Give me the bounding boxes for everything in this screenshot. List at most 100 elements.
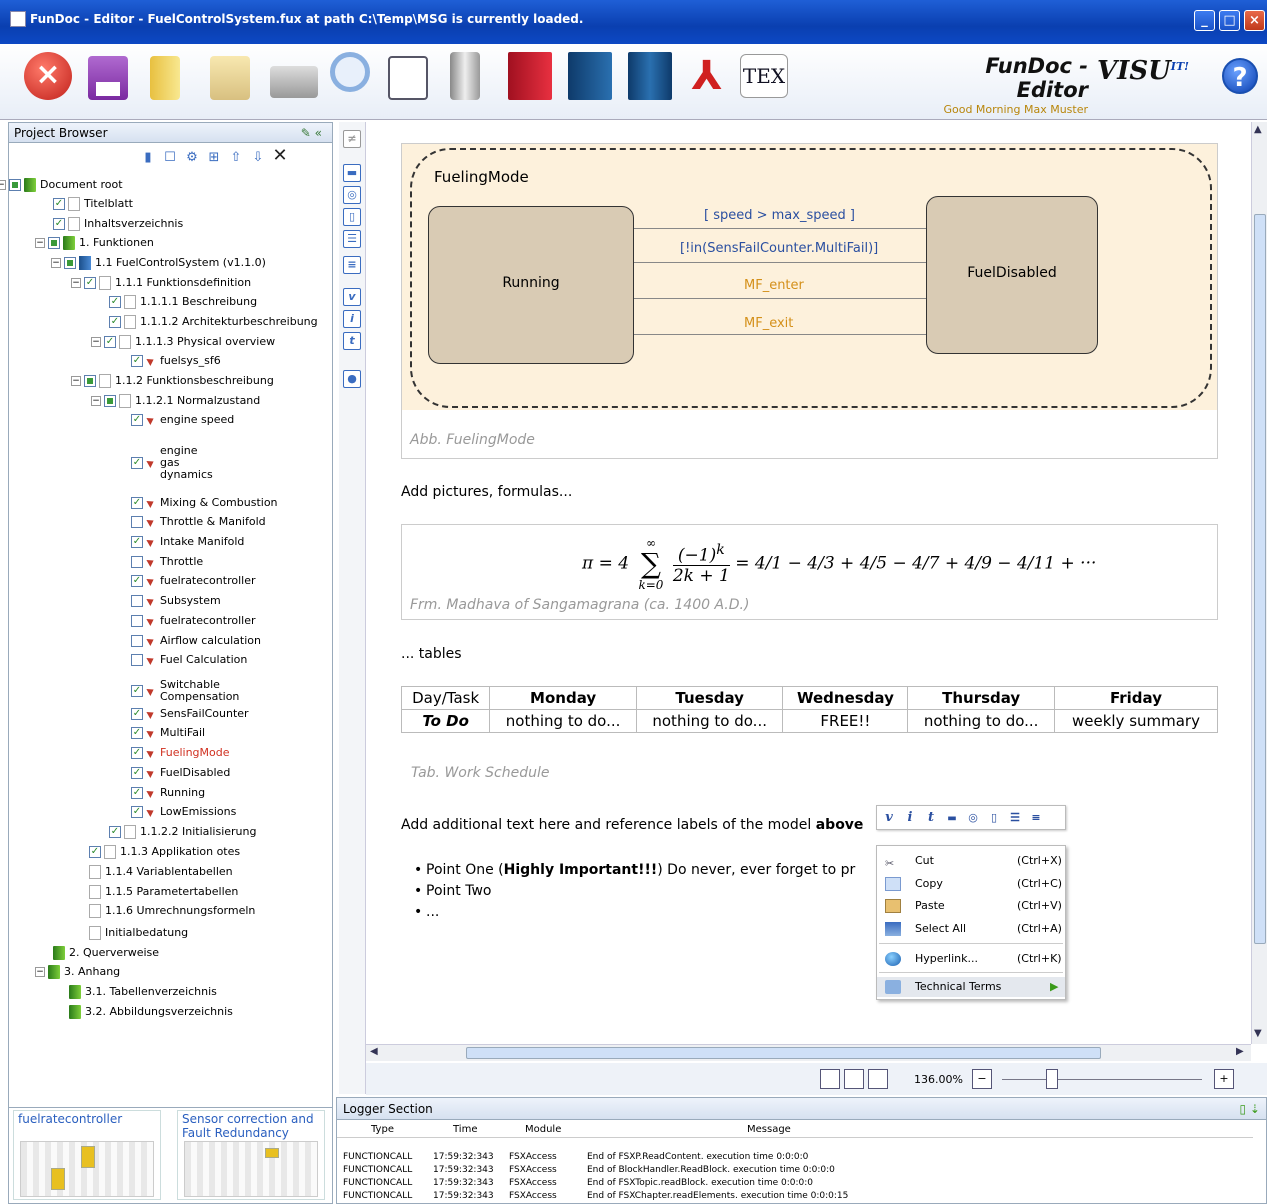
tree-node[interactable]: ✓ Running <box>131 784 205 802</box>
collapse-icon[interactable]: − <box>91 396 101 406</box>
search-icon[interactable] <box>330 52 370 92</box>
image-icon[interactable]: ▬ <box>343 164 361 182</box>
zoom-in-icon[interactable]: + <box>1214 1069 1234 1089</box>
thumbnail-fuelratecontroller[interactable]: fuelratecontroller <box>13 1110 161 1200</box>
tree-node[interactable]: − ✓ 1.1.1 Funktionsdefinition <box>71 274 251 292</box>
tree-checkbox[interactable]: ✓ <box>131 708 143 720</box>
tree-icon[interactable]: ⊞ <box>205 150 223 166</box>
tree-checkbox[interactable]: ✓ <box>109 826 121 838</box>
collapse-icon[interactable]: − <box>0 180 6 190</box>
vertical-scrollbar[interactable]: ▲ ▼ <box>1251 122 1267 1044</box>
tree-checkbox[interactable] <box>131 595 143 607</box>
collapse-icon[interactable]: − <box>71 278 81 288</box>
copy-icon[interactable] <box>210 56 250 100</box>
close-icon[interactable]: × <box>24 52 72 100</box>
tree-node[interactable]: 2. Querverweise <box>53 944 159 962</box>
menu-item-copy[interactable]: Copy (Ctrl+C) <box>877 874 1065 894</box>
page-icon[interactable]: ▯ <box>343 208 361 226</box>
page-icon[interactable]: ▯ <box>986 811 1002 827</box>
collapse-icon[interactable]: − <box>51 258 61 268</box>
delete-icon[interactable]: ✕ <box>271 145 289 166</box>
tree-checkbox[interactable]: ✓ <box>131 497 143 509</box>
document-editor[interactable]: FuelingMode Running FuelDisabled [ speed… <box>366 122 1251 1044</box>
tree-node[interactable]: Fuel Calculation <box>131 651 247 669</box>
tree-node[interactable]: 1.1.4 Variablentabellen <box>89 863 233 881</box>
tree-checkbox[interactable] <box>9 179 21 191</box>
text-block-icon[interactable]: ≡ <box>343 256 361 274</box>
tree-node[interactable]: ✓ engine speed <box>131 411 234 429</box>
help-icon[interactable]: ? <box>1222 58 1258 94</box>
work-schedule-table[interactable]: Day/Task Monday Tuesday Wednesday Thursd… <box>400 686 1219 733</box>
tree-checkbox[interactable] <box>131 556 143 568</box>
paragraph-add-pictures[interactable]: Add pictures, formulas... <box>401 484 572 500</box>
bullet-list[interactable]: Point One (Highly Important!!!) Do never… <box>414 860 855 923</box>
tree-checkbox[interactable]: ✓ <box>131 536 143 548</box>
tree-checkbox[interactable]: ✓ <box>89 846 101 858</box>
tree-node[interactable]: − Document root <box>0 176 123 194</box>
tree-node[interactable]: − 1.1 FuelControlSystem (v1.1.0) <box>51 254 266 272</box>
tree-checkbox[interactable] <box>64 257 76 269</box>
tree-checkbox[interactable]: ✓ <box>109 296 121 308</box>
tree-checkbox[interactable] <box>131 654 143 666</box>
book-icon[interactable]: ▮ <box>139 150 157 166</box>
tree-node[interactable]: ✓ fuelsys_sf6 <box>131 352 221 370</box>
tree-node[interactable]: Subsystem <box>131 592 221 610</box>
tree-node[interactable]: 1.1.6 Umrechnungsformeln <box>89 902 255 920</box>
zoom-out-icon[interactable]: − <box>972 1069 992 1089</box>
tree-node[interactable]: ✓ 1.1.1.1 Beschreibung <box>109 293 257 311</box>
collapse-icon[interactable]: − <box>35 238 45 248</box>
tree-checkbox[interactable] <box>84 375 96 387</box>
tree-node[interactable]: ✓ LowEmissions <box>131 803 236 821</box>
zoom-slider-thumb[interactable] <box>1046 1069 1058 1089</box>
actual-size-icon[interactable] <box>868 1069 888 1089</box>
tree-checkbox[interactable]: ✓ <box>131 414 143 426</box>
collapse-icon[interactable]: − <box>35 967 45 977</box>
maximize-button[interactable]: □ <box>1219 10 1240 31</box>
menu-item-technical-terms[interactable]: Technical Terms ▶ <box>877 977 1065 997</box>
tree-node[interactable]: Initialbedatung <box>89 924 188 942</box>
logger-controls-icon[interactable]: ▯ ⇣ <box>1240 1102 1260 1116</box>
paragraph-add-text[interactable]: Add additional text here and reference l… <box>401 817 863 833</box>
tree-node[interactable]: ✓ MultiFail <box>131 724 205 742</box>
tree-checkbox[interactable]: ✓ <box>131 685 143 697</box>
tree-node[interactable]: 1.1.5 Parametertabellen <box>89 883 238 901</box>
figure-fuelingmode[interactable]: FuelingMode Running FuelDisabled [ speed… <box>401 143 1218 459</box>
tree-node[interactable]: ✓ fuelratecontroller <box>131 572 256 590</box>
variable-icon[interactable]: v <box>343 288 361 306</box>
collapse-icon[interactable]: − <box>91 337 101 347</box>
tree-checkbox[interactable] <box>131 635 143 647</box>
menu-item-select-all[interactable]: Select All (Ctrl+A) <box>877 919 1065 939</box>
tree-node[interactable]: Throttle & Manifold <box>131 513 266 531</box>
scroll-up-icon[interactable]: ▲ <box>1254 124 1262 135</box>
fit-page-icon[interactable] <box>820 1069 840 1089</box>
tree-checkbox[interactable] <box>48 237 60 249</box>
tree-node[interactable]: − 3. Anhang <box>35 963 120 981</box>
horizontal-scroll-thumb[interactable] <box>466 1047 1101 1059</box>
books-icon[interactable] <box>628 52 672 100</box>
horizontal-scrollbar[interactable]: ◀ ▶ <box>366 1044 1251 1061</box>
info-icon[interactable]: i <box>343 310 361 328</box>
list-icon[interactable]: ☰ <box>1007 811 1023 827</box>
checkbox-icon[interactable]: ☐ <box>161 150 179 166</box>
tree-checkbox[interactable]: ✓ <box>131 727 143 739</box>
info-icon[interactable]: i <box>902 810 918 826</box>
tree-checkbox[interactable] <box>104 395 116 407</box>
tree-node[interactable]: ✓ Mixing & Combustion <box>131 494 278 512</box>
menu-item-hyperlink[interactable]: Hyperlink... (Ctrl+K) <box>877 949 1065 969</box>
tree-checkbox[interactable] <box>131 615 143 627</box>
scroll-right-icon[interactable]: ▶ <box>1236 1046 1244 1057</box>
minimize-button[interactable]: _ <box>1194 10 1215 31</box>
print-icon[interactable] <box>270 66 318 98</box>
tree-node[interactable]: 3.1. Tabellenverzeichnis <box>69 983 217 1001</box>
open-folder-icon[interactable] <box>150 56 180 100</box>
tex-icon[interactable]: TEX <box>740 54 788 98</box>
tree-node[interactable]: ✓ Switchable Compensation <box>131 679 239 703</box>
scroll-left-icon[interactable]: ◀ <box>370 1046 378 1057</box>
tree-node[interactable]: fuelratecontroller <box>131 612 256 630</box>
zoom-slider-track[interactable] <box>1002 1079 1202 1080</box>
tree-node[interactable]: Throttle <box>131 553 203 571</box>
tree-checkbox[interactable]: ✓ <box>131 575 143 587</box>
tree-checkbox[interactable]: ✓ <box>131 787 143 799</box>
tree-node[interactable]: ✓ Titelblatt <box>53 195 133 213</box>
tree-checkbox[interactable]: ✓ <box>131 457 143 469</box>
